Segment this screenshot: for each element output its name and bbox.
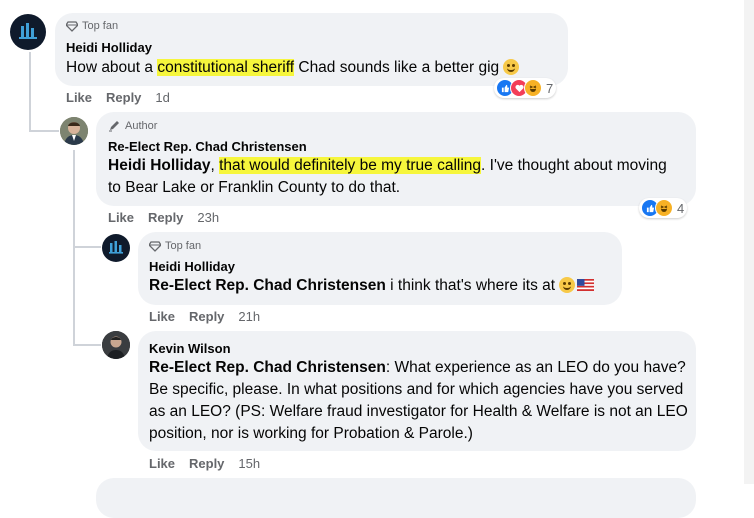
avatar[interactable] [10,14,46,50]
reply-button[interactable]: Reply [189,456,224,471]
badge-label: Top fan [82,20,119,32]
comment-actions: Like Reply 1d [66,90,170,105]
comment-text: Re-Elect Rep. Chad Christensen i think t… [149,275,619,297]
reaction-summary[interactable]: 7 [494,78,557,98]
comment-author[interactable]: Heidi Holliday [149,259,235,274]
badge-label: Top fan [165,240,202,252]
comment-actions: Like Reply 23h [108,210,219,225]
comment-author[interactable]: Kevin Wilson [149,341,231,356]
mention-link[interactable]: Re-Elect Rep. Chad Christensen [149,359,386,376]
diamond-icon [66,20,78,32]
mention-link[interactable]: Heidi Holliday [108,157,211,174]
avatar[interactable] [102,234,130,262]
author-badge: Author [108,119,157,132]
timestamp[interactable]: 1d [155,90,169,105]
pencil-icon [109,121,119,132]
avatar-logo-icon [109,241,123,254]
haha-reaction-icon [655,199,673,217]
diamond-icon [149,240,161,252]
comment-author[interactable]: Re-Elect Rep. Chad Christensen [108,139,307,154]
thread-line [29,130,59,132]
like-button[interactable]: Like [66,90,92,105]
thread-line [73,246,101,248]
haha-reaction-icon [524,79,542,97]
comment-bubble [96,478,696,518]
avatar-photo-icon [102,331,130,359]
avatar-photo-icon [60,117,88,145]
highlighted-text: that would definitely be my true calling [219,157,482,174]
avatar-logo-icon [19,23,37,39]
timestamp[interactable]: 21h [238,309,260,324]
reaction-summary[interactable]: 4 [639,198,688,218]
reaction-count: 7 [546,80,554,96]
avatar[interactable] [60,117,88,145]
timestamp[interactable]: 15h [238,456,260,471]
comment-text: Heidi Holliday, that would definitely be… [108,157,667,196]
reply-button[interactable]: Reply [148,210,183,225]
reaction-count: 4 [677,200,685,216]
comment-actions: Like Reply 15h [149,456,260,471]
us-flag-icon [577,279,595,291]
top-fan-badge: Top fan [149,240,201,252]
thread-line [73,344,101,346]
reply-button[interactable]: Reply [106,90,141,105]
comment-author[interactable]: Heidi Holliday [66,40,152,55]
badge-label: Author [125,119,158,132]
wink-emoji-icon [559,277,576,293]
scrollbar[interactable] [744,0,754,484]
comment-text: Re-Elect Rep. Chad Christensen: What exp… [149,359,688,442]
comment-actions: Like Reply 21h [149,309,260,324]
grin-emoji-icon [503,59,520,75]
like-button[interactable]: Like [149,456,175,471]
timestamp[interactable]: 23h [197,210,219,225]
reply-button[interactable]: Reply [189,309,224,324]
highlighted-text: constitutional sheriff [157,59,295,76]
top-fan-badge: Top fan [66,20,118,32]
avatar[interactable] [102,331,130,359]
like-button[interactable]: Like [108,210,134,225]
thread-line [73,150,75,346]
mention-link[interactable]: Re-Elect Rep. Chad Christensen [149,277,386,294]
like-button[interactable]: Like [149,309,175,324]
thread-line [29,52,31,132]
comment-text: How about a constitutional sheriff Chad … [66,57,566,79]
